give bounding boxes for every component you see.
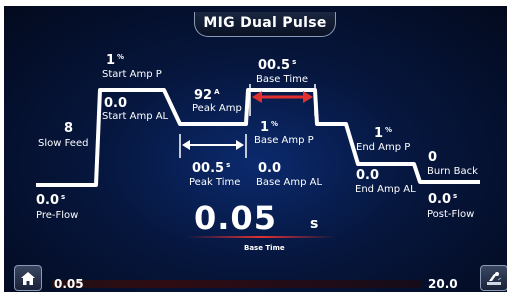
peak-amp-value[interactable]: 92 A [194, 88, 220, 103]
welding-torch-icon [487, 271, 502, 285]
base-time-label: Base Time [256, 74, 309, 85]
start-amp-p-label: Start Amp P [102, 69, 162, 80]
end-amp-al-value[interactable]: 0.0 [356, 168, 379, 183]
value-slider[interactable] [52, 280, 422, 288]
range-min: 0.05 [54, 277, 84, 291]
start-amp-p-value[interactable]: 1% [106, 53, 124, 68]
peak-amp-label: Peak Amp [192, 103, 242, 114]
start-amp-al-label: Start Amp AL [102, 111, 169, 122]
end-amp-p-label: End Amp P [356, 142, 411, 153]
post-flow-value[interactable]: 0.0 s [428, 192, 457, 207]
slow-feed-label: Slow Feed [38, 138, 89, 149]
base-amp-p-value[interactable]: 1% [260, 120, 278, 135]
burn-back-value[interactable]: 0 [428, 150, 437, 165]
start-amp-al-value[interactable]: 0.0 [104, 96, 127, 111]
selected-underline [186, 236, 336, 238]
selected-label: Base Time [244, 244, 285, 252]
peak-time-label: Peak Time [189, 177, 241, 188]
home-icon [21, 271, 35, 285]
welder-screen: MIG Dual Pulse 0.0 s Pre-Flow 8 Slow Feed… [4, 6, 507, 292]
base-amp-p-label: Base Amp P [254, 135, 314, 146]
pre-flow-value[interactable]: 0.0 s [36, 193, 65, 208]
peak-time-arrow [179, 134, 247, 158]
base-time-value[interactable]: 00.5 s [258, 58, 296, 73]
home-button[interactable] [14, 265, 42, 291]
burn-back-label: Burn Back [427, 166, 478, 177]
base-amp-al-value[interactable]: 0.0 [258, 161, 281, 176]
peak-time-value[interactable]: 00.5 s [192, 161, 230, 176]
selected-value: 0.05 [194, 199, 277, 237]
selected-unit: s [310, 216, 319, 232]
slow-feed-value[interactable]: 8 [64, 121, 73, 136]
pre-flow-label: Pre-Flow [36, 210, 79, 221]
end-amp-al-label: End Amp AL [355, 184, 416, 195]
end-amp-p-value[interactable]: 1% [374, 126, 392, 141]
weld-button[interactable] [480, 265, 507, 291]
post-flow-label: Post-Flow [427, 209, 475, 220]
base-amp-al-label: Base Amp AL [256, 177, 323, 188]
range-max: 20.0 [428, 277, 458, 291]
